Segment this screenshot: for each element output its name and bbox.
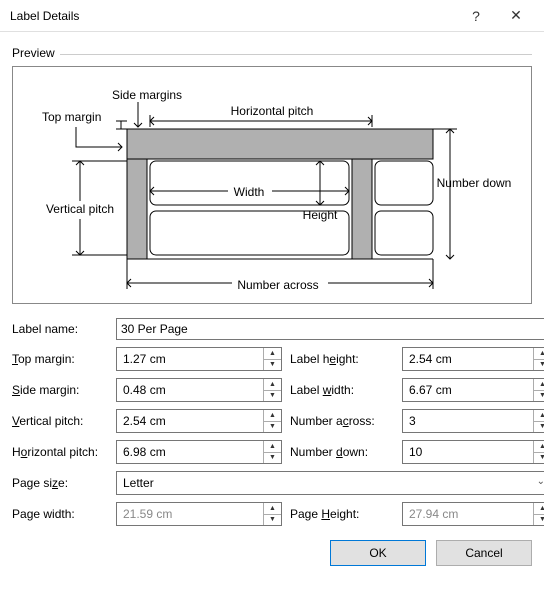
spin-up-icon: ▲ bbox=[264, 503, 281, 515]
t-width: Width bbox=[234, 185, 265, 199]
horizontal-pitch-input[interactable]: ▲▼ bbox=[116, 440, 282, 464]
form-grid: Label name: Top margin: ▲▼ Label height:… bbox=[12, 318, 532, 526]
spin-down-icon[interactable]: ▼ bbox=[264, 422, 281, 433]
spin-down-icon[interactable]: ▼ bbox=[534, 422, 544, 433]
spin-up-icon[interactable]: ▲ bbox=[534, 441, 544, 453]
spin-down-icon: ▼ bbox=[534, 515, 544, 526]
page-size-label: Page size: bbox=[12, 476, 108, 490]
page-width-input: ▲▼ bbox=[116, 502, 282, 526]
side-margin-input[interactable]: ▲▼ bbox=[116, 378, 282, 402]
spin-down-icon[interactable]: ▼ bbox=[534, 453, 544, 464]
preview-group: Preview Side marg bbox=[12, 46, 532, 304]
number-down-input[interactable]: ▲▼ bbox=[402, 440, 544, 464]
window-title: Label Details bbox=[10, 9, 456, 23]
spin-down-icon[interactable]: ▼ bbox=[264, 360, 281, 371]
t-side-margins: Side margins bbox=[112, 88, 182, 102]
spin-up-icon[interactable]: ▲ bbox=[534, 379, 544, 391]
t-hpitch: Horizontal pitch bbox=[231, 104, 314, 118]
spin-up-icon[interactable]: ▲ bbox=[264, 410, 281, 422]
titlebar: Label Details ? ✕ bbox=[0, 0, 544, 32]
close-button[interactable]: ✕ bbox=[496, 2, 536, 30]
fieldset-rule bbox=[60, 54, 532, 55]
help-button[interactable]: ? bbox=[456, 2, 496, 30]
top-margin-input[interactable]: ▲▼ bbox=[116, 347, 282, 371]
spin-up-icon[interactable]: ▲ bbox=[264, 348, 281, 360]
page-height-input: ▲▼ bbox=[402, 502, 544, 526]
preview-legend: Preview bbox=[12, 46, 59, 60]
t-ndown: Number down bbox=[437, 176, 512, 190]
side-margin-label: Side margin: bbox=[12, 383, 108, 397]
spin-up-icon[interactable]: ▲ bbox=[264, 379, 281, 391]
page-width-label: Page width: bbox=[12, 507, 108, 521]
dialog-buttons: OK Cancel bbox=[12, 540, 532, 566]
t-top-margin: Top margin bbox=[42, 110, 101, 124]
spin-down-icon[interactable]: ▼ bbox=[264, 391, 281, 402]
spin-up-icon: ▲ bbox=[534, 503, 544, 515]
spin-down-icon: ▼ bbox=[264, 515, 281, 526]
spin-up-icon[interactable]: ▲ bbox=[264, 441, 281, 453]
vertical-pitch-label: Vertical pitch: bbox=[12, 414, 108, 428]
number-across-label: Number across: bbox=[290, 414, 394, 428]
t-height: Height bbox=[303, 208, 338, 222]
spin-down-icon[interactable]: ▼ bbox=[534, 360, 544, 371]
label-height-label: Label height: bbox=[290, 352, 394, 366]
label-height-input[interactable]: ▲▼ bbox=[402, 347, 544, 371]
vertical-pitch-input[interactable]: ▲▼ bbox=[116, 409, 282, 433]
t-vpitch: Vertical pitch bbox=[46, 202, 114, 216]
chevron-down-icon: ⌄ bbox=[537, 476, 544, 487]
label-name-input[interactable] bbox=[116, 318, 544, 340]
spin-up-icon[interactable]: ▲ bbox=[534, 348, 544, 360]
label-name-label: Label name: bbox=[12, 322, 108, 336]
number-down-label: Number down: bbox=[290, 445, 394, 459]
spin-down-icon[interactable]: ▼ bbox=[534, 391, 544, 402]
page-height-label: Page Height: bbox=[290, 507, 394, 521]
top-margin-label: Top margin: bbox=[12, 352, 108, 366]
ok-button[interactable]: OK bbox=[330, 540, 426, 566]
page-size-select[interactable]: Letter ⌄ bbox=[116, 471, 544, 495]
label-width-input[interactable]: ▲▼ bbox=[402, 378, 544, 402]
preview-diagram: Side margins Top margin Horizontal pitch bbox=[12, 66, 532, 304]
t-nacross: Number across bbox=[237, 278, 318, 292]
spin-down-icon[interactable]: ▼ bbox=[264, 453, 281, 464]
spin-up-icon[interactable]: ▲ bbox=[534, 410, 544, 422]
label-width-label: Label width: bbox=[290, 383, 394, 397]
number-across-input[interactable]: ▲▼ bbox=[402, 409, 544, 433]
horizontal-pitch-label: Horizontal pitch: bbox=[12, 445, 108, 459]
cancel-button[interactable]: Cancel bbox=[436, 540, 532, 566]
